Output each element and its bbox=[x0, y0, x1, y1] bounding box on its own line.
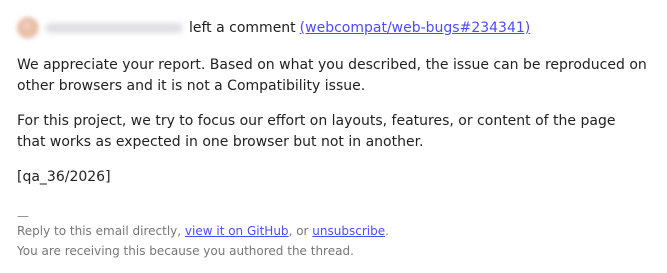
or-text: , or bbox=[288, 224, 313, 238]
reply-line: Reply to this email directly, view it on… bbox=[17, 221, 389, 241]
redacted-username bbox=[45, 23, 183, 33]
unsubscribe-link[interactable]: unsubscribe bbox=[312, 224, 385, 238]
comment-paragraph-2: For this project, we try to focus our ef… bbox=[17, 113, 616, 150]
comment-paragraph-1: We appreciate your report. Based on what… bbox=[17, 57, 647, 94]
view-on-github-link[interactable]: view it on GitHub bbox=[185, 224, 289, 238]
issue-link[interactable]: (webcompat/web-bugs#234341) bbox=[300, 20, 531, 36]
reply-period: . bbox=[385, 224, 389, 238]
reference-tag: [qa_36/2026] bbox=[17, 169, 111, 185]
comment-header: left a comment (webcompat/web-bugs#23434… bbox=[17, 17, 530, 39]
email-footer: Reply to this email directly, view it on… bbox=[17, 221, 389, 261]
user-avatar-icon bbox=[17, 17, 39, 39]
comment-action-text: left a comment bbox=[189, 20, 296, 36]
email-body: left a comment (webcompat/web-bugs#23434… bbox=[0, 0, 667, 273]
reply-prefix: Reply to this email directly, bbox=[17, 224, 185, 238]
receiving-reason: You are receiving this because you autho… bbox=[17, 244, 354, 258]
